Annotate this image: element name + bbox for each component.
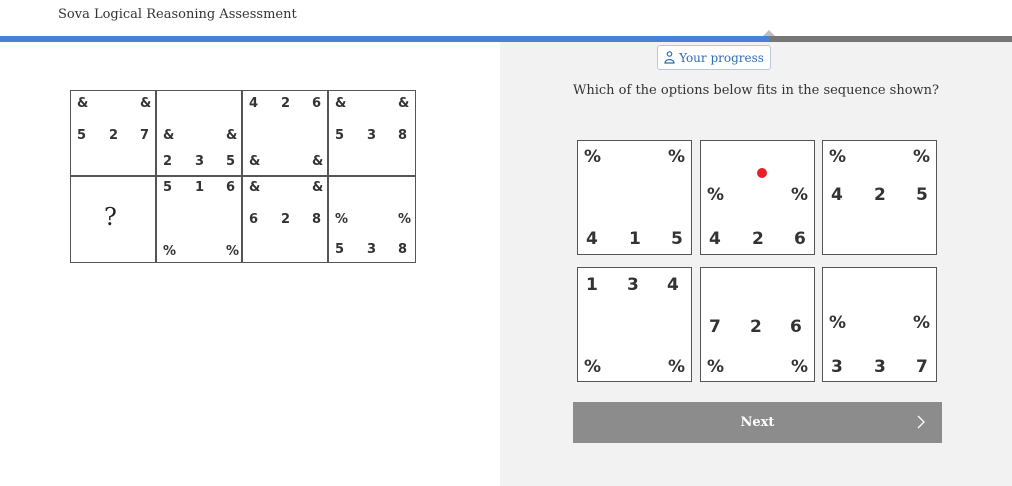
cell-symbol: 1 (195, 180, 205, 195)
cell-symbol: 8 (398, 128, 408, 143)
matrix-cell-missing: ? (70, 176, 156, 263)
cell-symbol: 3 (367, 128, 377, 143)
your-progress-label: Your progress (679, 50, 764, 65)
cell-symbol: 2 (109, 128, 119, 143)
cell-symbol: 6 (312, 96, 322, 111)
option-symbol: % (584, 147, 602, 167)
cell-symbol: & (249, 180, 261, 195)
cell-symbol: 2 (281, 212, 291, 227)
selection-indicator (757, 168, 767, 178)
cell-symbol: & (140, 96, 152, 111)
question-text: Which of the options below fits in the s… (573, 83, 940, 98)
option-symbol: 4 (667, 275, 679, 295)
missing-cell-question-mark: ? (104, 203, 117, 231)
matrix-cell: & & 5 3 8 (328, 90, 416, 176)
option-symbol: % (584, 357, 602, 377)
option-symbol: 3 (874, 357, 886, 377)
option-symbol: 3 (627, 275, 639, 295)
cell-symbol: 8 (312, 212, 322, 227)
cell-symbol: 5 (77, 128, 87, 143)
option-symbol: % (913, 313, 931, 333)
option-symbol: 2 (752, 229, 764, 249)
cell-symbol: 6 (249, 212, 259, 227)
cell-symbol: 8 (398, 242, 408, 257)
cell-symbol: & (335, 96, 347, 111)
option-symbol: % (913, 147, 931, 167)
answer-option-6[interactable]: % % 3 3 7 (822, 267, 937, 382)
answer-option-3[interactable]: % % 4 2 5 (822, 140, 937, 255)
next-button[interactable]: Next (573, 402, 942, 443)
option-symbol: 2 (750, 317, 762, 337)
cell-symbol: % (335, 212, 349, 227)
cell-symbol: 7 (140, 128, 150, 143)
cell-symbol: & (163, 128, 175, 143)
option-symbol: 5 (916, 185, 928, 205)
option-symbol: % (707, 185, 725, 205)
next-button-label: Next (740, 415, 775, 430)
progress-marker (763, 30, 775, 36)
option-symbol: % (829, 147, 847, 167)
cell-symbol: 2 (163, 154, 173, 169)
option-symbol: 6 (790, 317, 802, 337)
person-icon (664, 51, 675, 64)
option-symbol: 1 (629, 229, 641, 249)
option-symbol: 1 (586, 275, 598, 295)
option-symbol: 4 (831, 185, 843, 205)
matrix-cell: & & 6 2 8 (242, 176, 328, 263)
cell-symbol: % (163, 244, 177, 259)
option-symbol: % (668, 357, 686, 377)
matrix-cell: % % 5 3 8 (328, 176, 416, 263)
option-symbol: % (829, 313, 847, 333)
cell-symbol: 3 (367, 242, 377, 257)
option-symbol: % (707, 357, 725, 377)
cell-symbol: % (398, 212, 412, 227)
matrix-cell: 4 2 6 & & (242, 90, 328, 176)
option-symbol: 7 (916, 357, 928, 377)
cell-symbol: & (226, 128, 238, 143)
cell-symbol: 6 (226, 180, 236, 195)
cell-symbol: % (226, 244, 240, 259)
matrix-cell: 5 1 6 % % (156, 176, 242, 263)
option-symbol: % (791, 185, 809, 205)
answer-option-4[interactable]: 1 3 4 % % (577, 267, 692, 382)
cell-symbol: & (77, 96, 89, 111)
option-symbol: 4 (586, 229, 598, 249)
cell-symbol: & (249, 154, 261, 169)
option-symbol: 5 (671, 229, 683, 249)
puzzle-matrix: & & 5 2 7 & & 2 3 5 4 2 6 & & & & 5 3 8 … (70, 90, 416, 263)
cell-symbol: 5 (335, 128, 345, 143)
cell-symbol: 5 (226, 154, 236, 169)
matrix-cell: & & 5 2 7 (70, 90, 156, 176)
option-symbol: % (668, 147, 686, 167)
option-symbol: 7 (709, 317, 721, 337)
cell-symbol: 2 (281, 96, 291, 111)
cell-symbol: & (398, 96, 410, 111)
your-progress-button[interactable]: Your progress (657, 45, 771, 70)
option-symbol: 2 (874, 185, 886, 205)
option-symbol: % (791, 357, 809, 377)
cell-symbol: 5 (163, 180, 173, 195)
app-title: Sova Logical Reasoning Assessment (58, 7, 297, 22)
cell-symbol: 4 (249, 96, 259, 111)
option-symbol: 6 (794, 229, 806, 249)
chevron-right-icon (917, 415, 925, 429)
cell-symbol: & (312, 180, 324, 195)
cell-symbol: & (312, 154, 324, 169)
matrix-cell: & & 2 3 5 (156, 90, 242, 176)
answer-option-2[interactable]: % % 4 2 6 (700, 140, 815, 255)
option-symbol: 4 (709, 229, 721, 249)
option-symbol: 3 (831, 357, 843, 377)
answer-option-1[interactable]: % % 4 1 5 (577, 140, 692, 255)
answer-option-5[interactable]: 7 2 6 % % (700, 267, 815, 382)
cell-symbol: 3 (195, 154, 205, 169)
cell-symbol: 5 (335, 242, 345, 257)
